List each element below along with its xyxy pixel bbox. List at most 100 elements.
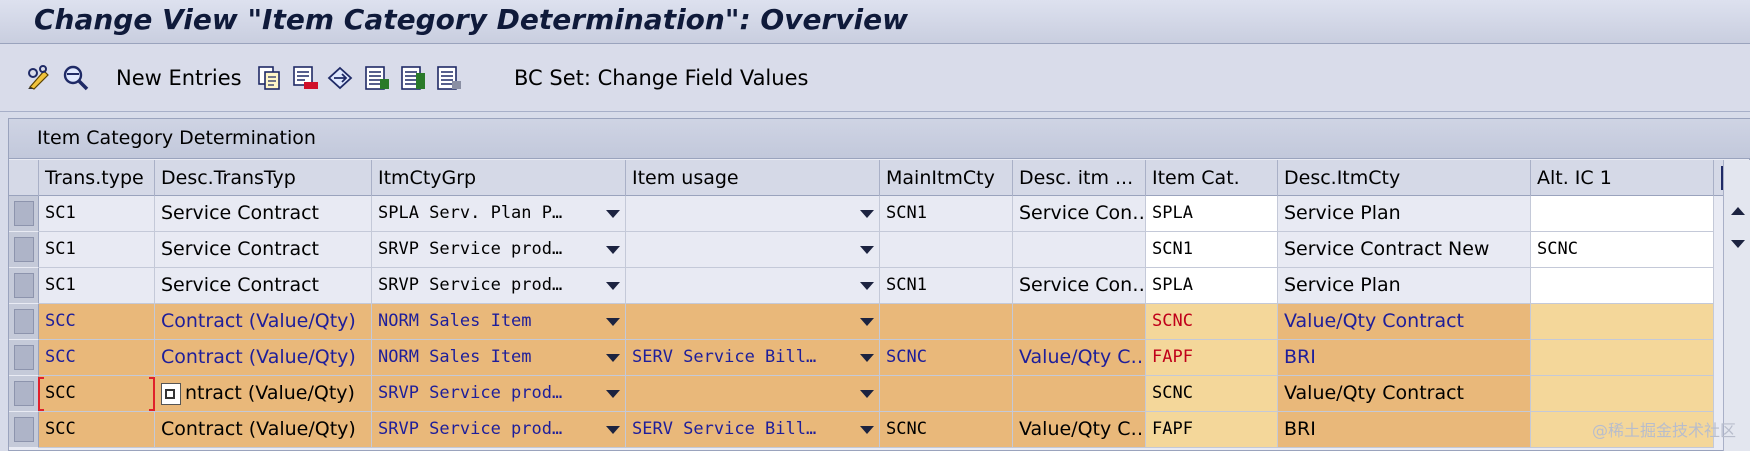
- delete-button[interactable]: [290, 62, 320, 94]
- cell-item-cat[interactable]: SCNC: [1146, 376, 1278, 412]
- title-bar: Change View "Item Category Determination…: [0, 0, 1750, 44]
- col-desc-itmcty[interactable]: Desc.ItmCty: [1278, 160, 1531, 196]
- cell-alt-ic1[interactable]: [1531, 376, 1714, 412]
- col-trans-type[interactable]: Trans.type: [39, 160, 155, 196]
- cell-trans-type: SCC: [39, 304, 155, 340]
- cell-item-cat[interactable]: SPLA: [1146, 196, 1278, 232]
- display-change-button[interactable]: [24, 62, 54, 94]
- row-selector[interactable]: [9, 304, 39, 340]
- cell-item-cat[interactable]: SCNC: [1146, 304, 1278, 340]
- select-all-button[interactable]: [362, 62, 392, 94]
- cell-item-usage[interactable]: [626, 268, 880, 304]
- deselect-all-button[interactable]: [434, 62, 464, 94]
- row-selector-grip: [14, 201, 34, 226]
- row-selector[interactable]: [9, 268, 39, 304]
- cell-itmctygrp[interactable]: SRVP Service prod…: [372, 412, 626, 448]
- new-entries-button[interactable]: New Entries: [116, 62, 242, 94]
- undo-icon: [327, 66, 353, 90]
- col-mainitmcty[interactable]: MainItmCty: [880, 160, 1013, 196]
- vertical-scrollbar[interactable]: [1723, 160, 1750, 451]
- scroll-up-icon[interactable]: [1731, 207, 1745, 215]
- row-selector[interactable]: [9, 376, 39, 412]
- cell-desc-transtyp: Contract (Value/Qty): [155, 340, 372, 376]
- col-desc-transtyp[interactable]: Desc.TransTyp: [155, 160, 372, 196]
- dropdown-arrow-icon[interactable]: [606, 246, 620, 254]
- cell-itmctygrp[interactable]: SPLA Serv. Plan P…: [372, 196, 626, 232]
- dropdown-arrow-icon[interactable]: [860, 282, 874, 290]
- table-body: SC1 Service Contract SPLA Serv. Plan P… SCN…: [9, 196, 1723, 451]
- cell-item-usage[interactable]: [626, 304, 880, 340]
- select-block-button[interactable]: [398, 62, 428, 94]
- cell-itmctygrp[interactable]: NORM Sales Item: [372, 304, 626, 340]
- col-item-cat[interactable]: Item Cat.: [1146, 160, 1278, 196]
- cell-desc-transtyp: Contract (Value/Qty): [155, 412, 372, 448]
- cell-item-usage[interactable]: [626, 232, 880, 268]
- panel-header: Item Category Determination: [9, 119, 1750, 159]
- select-all-rows-cell[interactable]: [9, 160, 39, 196]
- dropdown-arrow-icon[interactable]: [606, 390, 620, 398]
- cell-itmctygrp[interactable]: SRVP Service prod…: [372, 376, 626, 412]
- select-all-icon: [365, 66, 389, 90]
- cell-item-usage[interactable]: [626, 376, 880, 412]
- delete-icon: [293, 66, 318, 89]
- cell-item-cat[interactable]: SCN1: [1146, 232, 1278, 268]
- cell-trans-type: SCC: [39, 376, 155, 412]
- dropdown-arrow-icon[interactable]: [860, 426, 874, 434]
- col-alt-ic1[interactable]: Alt. IC 1: [1531, 160, 1714, 196]
- cell-desc-transtyp: ntract (Value/Qty): [155, 376, 372, 412]
- cell-alt-ic1[interactable]: [1531, 268, 1714, 304]
- dropdown-arrow-icon[interactable]: [860, 210, 874, 218]
- magnifier-icon: [63, 65, 89, 91]
- col-desc-itm[interactable]: Desc. itm ...: [1013, 160, 1146, 196]
- deselect-all-icon: [437, 66, 461, 90]
- value-help-popup-icon[interactable]: [161, 383, 181, 405]
- cell-item-cat[interactable]: FAPF: [1146, 340, 1278, 376]
- cell-itmctygrp[interactable]: SRVP Service prod…: [372, 268, 626, 304]
- cell-alt-ic1[interactable]: [1531, 196, 1714, 232]
- dropdown-arrow-icon[interactable]: [606, 318, 620, 326]
- cell-item-cat[interactable]: FAPF: [1146, 412, 1278, 448]
- row-selector-grip: [14, 309, 34, 334]
- cell-item-usage[interactable]: SERV Service Bill…: [626, 412, 880, 448]
- cell-itmctygrp[interactable]: NORM Sales Item: [372, 340, 626, 376]
- dropdown-arrow-icon[interactable]: [860, 390, 874, 398]
- cell-alt-ic1[interactable]: SCNC: [1531, 232, 1714, 268]
- cursor-focus-marker: [149, 377, 155, 411]
- copy-button[interactable]: [254, 62, 284, 94]
- cell-alt-ic1[interactable]: [1531, 340, 1714, 376]
- dropdown-arrow-icon[interactable]: [606, 426, 620, 434]
- cell-desc-transtyp: Contract (Value/Qty): [155, 304, 372, 340]
- table-header: Trans.type Desc.TransTyp ItmCtyGrp Item …: [9, 160, 1750, 196]
- row-selector[interactable]: [9, 340, 39, 376]
- table-row: SCC ntract (Value/Qty) SRVP Service prod… S…: [9, 376, 1750, 412]
- cell-alt-ic1[interactable]: [1531, 304, 1714, 340]
- col-itmctygrp[interactable]: ItmCtyGrp: [372, 160, 626, 196]
- bc-set-change-field-values-button[interactable]: BC Set: Change Field Values: [514, 62, 808, 94]
- cell-desc-itm: Value/Qty C…: [1013, 412, 1146, 448]
- dropdown-arrow-icon[interactable]: [606, 210, 620, 218]
- cell-item-usage[interactable]: [626, 196, 880, 232]
- cell-itmctygrp[interactable]: SRVP Service prod…: [372, 232, 626, 268]
- dropdown-arrow-icon[interactable]: [860, 246, 874, 254]
- copy-icon: [258, 66, 280, 90]
- dropdown-arrow-icon[interactable]: [860, 354, 874, 362]
- row-selector[interactable]: [9, 196, 39, 232]
- bc-set-label: BC Set: Change Field Values: [514, 66, 809, 90]
- dropdown-arrow-icon[interactable]: [606, 282, 620, 290]
- scroll-down-icon[interactable]: [1731, 240, 1745, 248]
- item-category-determination-panel: Item Category Determination Trans.type D…: [8, 118, 1750, 451]
- cell-mainitmcty: SCNC: [880, 412, 1013, 448]
- row-selector[interactable]: [9, 232, 39, 268]
- undo-button[interactable]: [326, 62, 356, 94]
- cell-mainitmcty: [880, 232, 1013, 268]
- col-item-usage[interactable]: Item usage: [626, 160, 880, 196]
- dropdown-arrow-icon[interactable]: [606, 354, 620, 362]
- row-selector[interactable]: [9, 412, 39, 448]
- cell-desc-itmcty: Service Plan: [1278, 196, 1531, 232]
- cell-item-cat[interactable]: SPLA: [1146, 268, 1278, 304]
- cell-desc-transtyp: Service Contract: [155, 232, 372, 268]
- display-button[interactable]: [60, 62, 90, 94]
- cell-item-usage[interactable]: SERV Service Bill…: [626, 340, 880, 376]
- cell-desc-itmcty: BRI: [1278, 412, 1531, 448]
- dropdown-arrow-icon[interactable]: [860, 318, 874, 326]
